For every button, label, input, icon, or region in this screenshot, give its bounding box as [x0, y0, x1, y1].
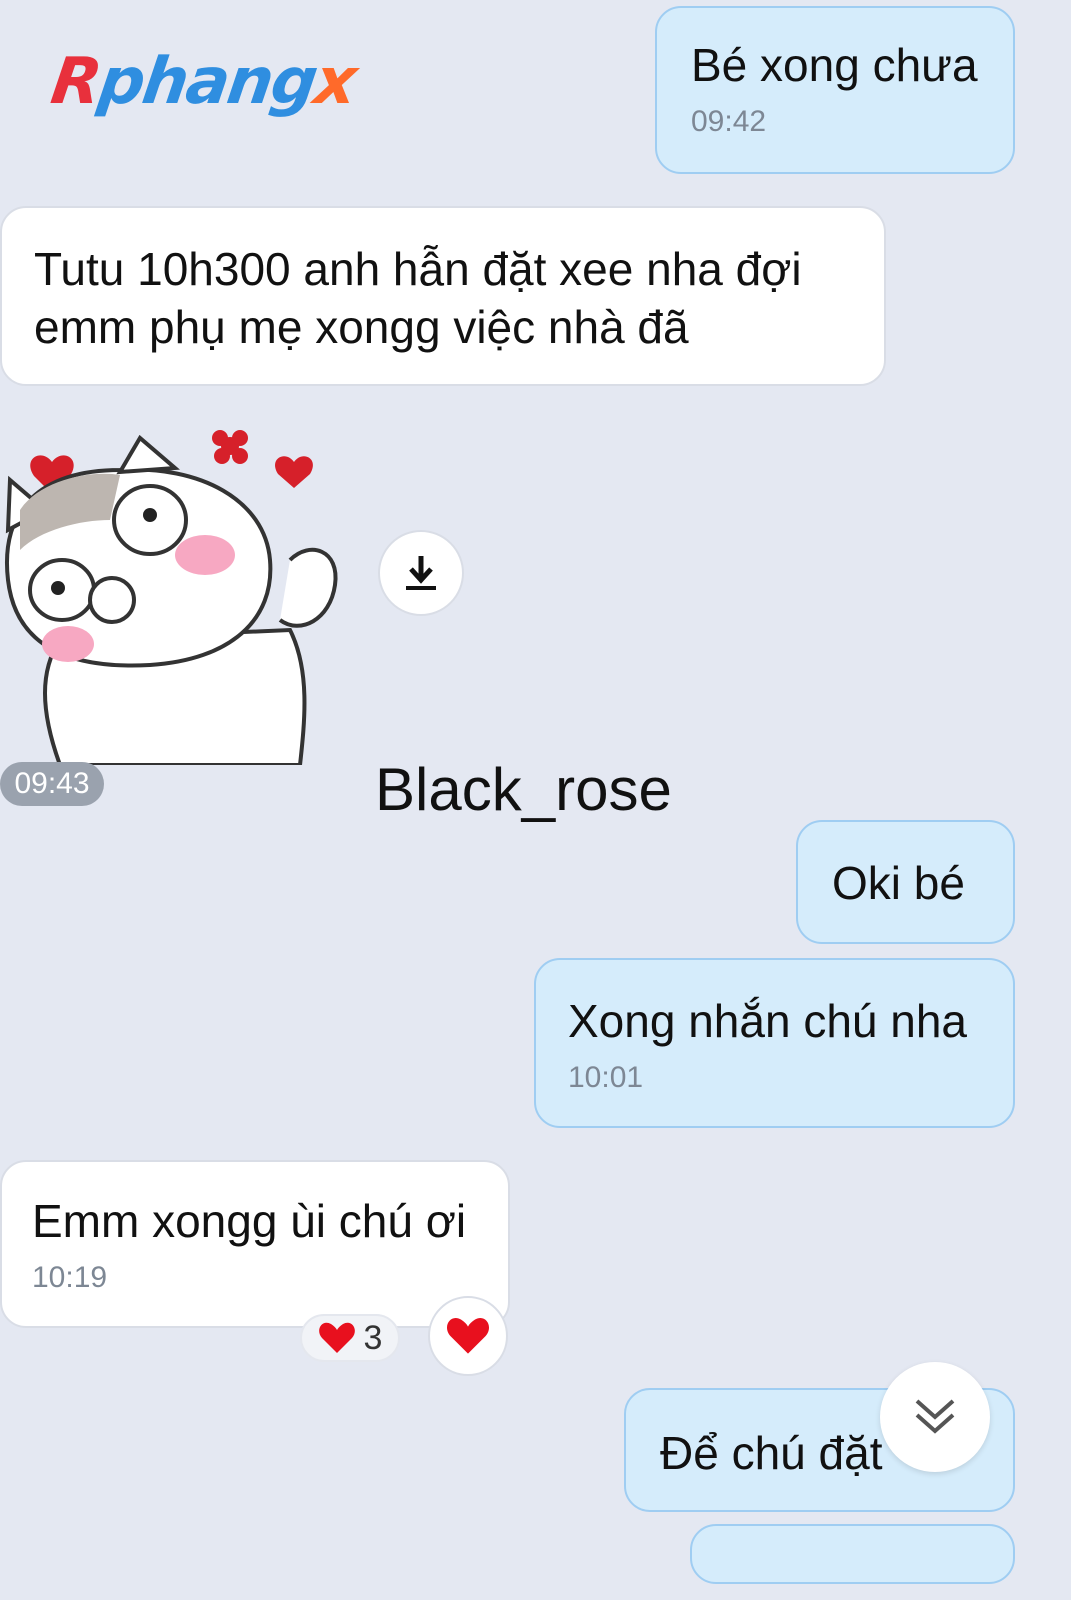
- react-button[interactable]: [428, 1296, 508, 1376]
- message-time: 09:42: [691, 105, 767, 138]
- aphangx-logo: Rphangx: [46, 45, 360, 119]
- message-text: Oki bé: [832, 857, 965, 909]
- incoming-message[interactable]: Tutu 10h300 anh hẫn đặt xee nha đợi emm …: [0, 206, 886, 386]
- flower-petal: [214, 448, 230, 464]
- heart-right: [275, 456, 313, 488]
- flower-petal: [232, 430, 248, 446]
- cat-blush-right: [175, 535, 235, 575]
- heart-icon: [318, 1322, 355, 1353]
- message-text: Xong nhắn chú nha: [568, 995, 968, 1047]
- message-time: 10:01: [568, 1061, 644, 1094]
- cat-sticker[interactable]: [0, 420, 360, 765]
- cat-ear-right: [116, 434, 180, 475]
- scroll-to-bottom-button[interactable]: [880, 1362, 990, 1472]
- download-icon: [406, 556, 436, 590]
- message-text: Emm xongg ùi chú ơi: [32, 1195, 467, 1247]
- reaction-summary[interactable]: 3: [300, 1314, 400, 1362]
- flower-petal: [212, 430, 228, 446]
- cat-pupil-right: [143, 508, 157, 522]
- overlay-watermark-text: Black_rose: [375, 756, 672, 823]
- cat-pupil-left: [51, 581, 65, 595]
- message-text: Bé xong chưa: [691, 39, 978, 91]
- outgoing-message[interactable]: Xong nhắn chú nha 10:01: [534, 958, 1015, 1128]
- outgoing-message[interactable]: Bé xong chưa 09:42: [655, 6, 1015, 174]
- cat-paw: [88, 576, 136, 624]
- heart-icon: [446, 1318, 490, 1354]
- outgoing-message[interactable]: Oki bé: [796, 820, 1015, 944]
- double-chevron-down-icon: [915, 1399, 955, 1434]
- message-text: Tutu 10h300 anh hẫn đặt xee nha đợi emm …: [34, 243, 802, 353]
- message-time: 10:19: [32, 1261, 108, 1294]
- cat-blush-left: [42, 626, 94, 662]
- outgoing-message-partial[interactable]: [690, 1524, 1015, 1584]
- flower-petal: [232, 448, 248, 464]
- sticker-time-badge: 09:43: [0, 762, 104, 806]
- reaction-count: 3: [363, 1318, 383, 1357]
- cat-raised-arm: [278, 547, 338, 628]
- incoming-message[interactable]: Emm xongg ùi chú ơi 10:19: [0, 1160, 510, 1328]
- download-button[interactable]: [378, 530, 464, 616]
